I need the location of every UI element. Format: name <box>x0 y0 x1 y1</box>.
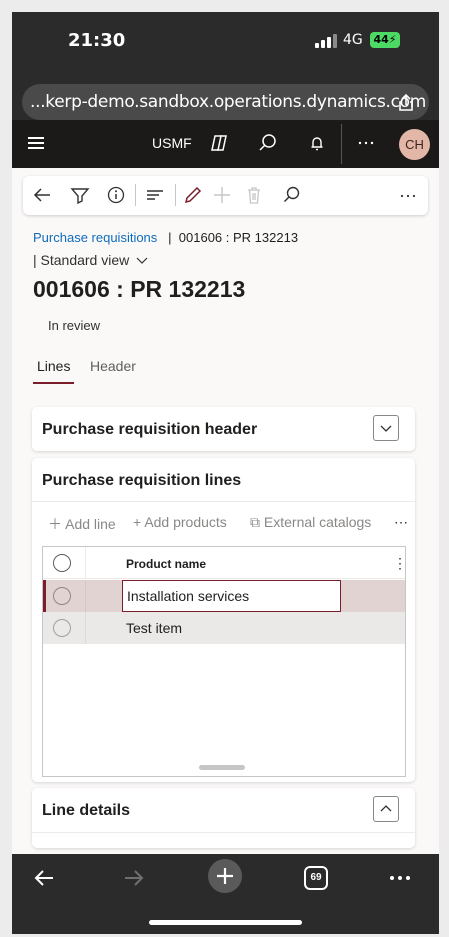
table-row[interactable]: Installation services <box>43 580 405 612</box>
info-icon[interactable] <box>105 184 127 206</box>
lines-grid: Product name ⋮ Installation services Tes… <box>42 546 407 777</box>
url-text: ...kerp-demo.sandbox.operations.dynamics… <box>30 92 427 112</box>
browser-more-icon[interactable] <box>388 866 412 890</box>
company-picker[interactable]: USMF <box>152 135 192 151</box>
header-card[interactable]: Purchase requisition header <box>32 407 415 451</box>
notifications-bell-icon[interactable] <box>306 132 328 154</box>
hamburger-menu-icon[interactable] <box>28 137 44 149</box>
section-title: Purchase requisition header <box>42 421 258 438</box>
tabs-count-button[interactable]: 69 <box>304 866 328 890</box>
status-time: 21:30 <box>68 30 126 51</box>
line-details-card[interactable]: Line details <box>32 788 415 848</box>
add-products-button[interactable]: + Add products <box>133 514 227 530</box>
browser-back-icon[interactable] <box>32 866 56 890</box>
row-select-radio[interactable] <box>53 619 71 637</box>
user-avatar[interactable]: CH <box>399 129 430 160</box>
list-icon[interactable] <box>144 184 166 206</box>
search-icon[interactable] <box>257 132 279 154</box>
browser-bottom-bar: 69 <box>12 854 439 934</box>
add-icon: ＋ <box>48 516 62 532</box>
select-all-radio[interactable] <box>53 554 71 572</box>
copilot-icon[interactable] <box>208 132 230 154</box>
row-select-radio[interactable] <box>53 587 71 605</box>
column-divider <box>85 612 86 644</box>
toolbar-divider <box>175 184 176 206</box>
breadcrumb-current: 001606 : PR 132213 <box>178 230 299 245</box>
home-indicator <box>149 920 302 925</box>
expand-button[interactable] <box>373 415 399 441</box>
add-icon[interactable] <box>211 184 233 206</box>
breadcrumb-link[interactable]: Purchase requisitions <box>33 230 157 245</box>
column-options-icon[interactable]: ⋮ <box>393 555 407 572</box>
section-title: Line details <box>42 802 131 819</box>
status-label: In review <box>48 318 101 333</box>
table-row[interactable]: Test item <box>43 612 405 644</box>
product-name-input[interactable]: Installation services <box>122 580 341 612</box>
divider <box>32 501 415 502</box>
edit-pencil-icon[interactable] <box>182 184 204 206</box>
app-navigation-bar: USMF CH <box>12 120 439 168</box>
signal-icon <box>315 34 337 48</box>
chevron-down-icon <box>136 257 148 265</box>
url-bar[interactable]: ...kerp-demo.sandbox.operations.dynamics… <box>22 84 429 120</box>
toolbar-divider <box>135 184 136 206</box>
chevron-down-icon <box>380 425 392 432</box>
status-bar: 21:30 4G 44⚡ <box>12 12 439 74</box>
network-type: 4G <box>343 32 363 48</box>
header-divider <box>341 124 342 164</box>
horizontal-scrollbar[interactable] <box>199 765 245 770</box>
grid-header-row: Product name ⋮ <box>43 547 407 579</box>
delete-trash-icon[interactable] <box>243 184 265 206</box>
tab-header[interactable]: Header <box>90 358 136 374</box>
product-name-value: Installation services <box>127 588 250 604</box>
back-arrow-icon[interactable] <box>31 184 53 206</box>
battery-indicator: 44⚡ <box>370 32 400 48</box>
product-name-cell[interactable]: Test item <box>126 620 182 636</box>
active-tab-indicator <box>33 382 74 384</box>
share-icon[interactable] <box>397 93 415 111</box>
breadcrumb: Purchase requisitions | 001606 : PR 1322… <box>33 230 299 245</box>
browser-forward-icon[interactable] <box>122 866 146 890</box>
selected-row-marker <box>43 580 46 612</box>
more-options-icon[interactable] <box>355 132 377 154</box>
section-title: Purchase requisition lines <box>42 472 242 489</box>
more-icon[interactable]: ⋯ <box>394 514 408 531</box>
divider <box>32 832 415 833</box>
page-title: 001606 : PR 132213 <box>33 276 246 302</box>
search-icon[interactable] <box>281 184 303 206</box>
external-catalogs-button[interactable]: ⧉ External catalogs <box>250 514 371 531</box>
new-tab-button[interactable] <box>208 859 242 893</box>
filter-icon[interactable] <box>69 184 91 206</box>
tab-lines[interactable]: Lines <box>37 358 70 374</box>
chevron-up-icon <box>380 805 392 812</box>
phone-screen: 21:30 4G 44⚡ ...kerp-demo.sandbox.operat… <box>12 12 439 934</box>
add-products-icon: + <box>133 514 142 530</box>
plus-icon <box>217 868 233 884</box>
external-link-icon: ⧉ <box>250 514 260 530</box>
column-header-product-name[interactable]: Product name <box>126 557 206 571</box>
add-line-button[interactable]: ＋ Add line <box>48 514 116 534</box>
more-icon[interactable] <box>397 184 419 206</box>
action-toolbar <box>23 176 428 215</box>
view-selector[interactable]: | Standard view <box>33 252 148 268</box>
column-divider <box>85 580 86 612</box>
collapse-button[interactable] <box>373 796 399 822</box>
column-divider <box>85 547 86 579</box>
